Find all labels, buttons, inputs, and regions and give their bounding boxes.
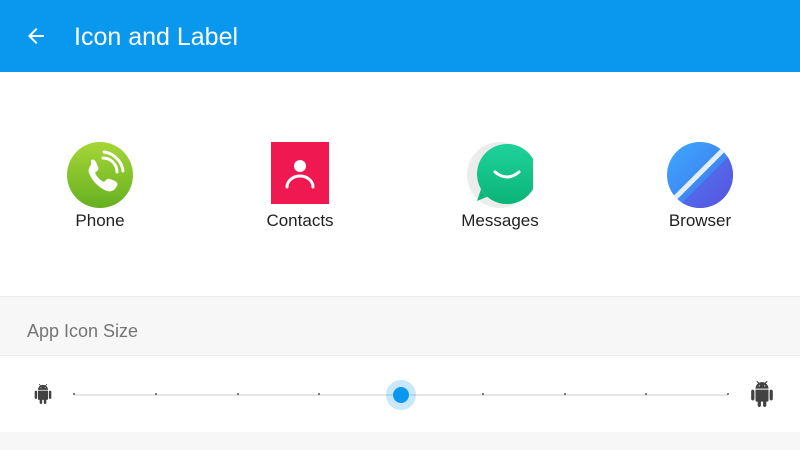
slider-tick <box>481 393 484 395</box>
android-small-icon <box>34 384 52 404</box>
slider-tick <box>318 393 321 395</box>
arrow-left-icon <box>28 28 44 44</box>
app-contacts[interactable]: Contacts <box>220 142 380 238</box>
icon-size-slider-row <box>0 355 800 433</box>
app-label: Messages <box>461 211 539 230</box>
section-header: App Icon Size <box>0 297 800 354</box>
back-button[interactable] <box>18 18 54 54</box>
app-bar: Icon and Label <box>0 0 800 72</box>
slider-tick <box>73 393 75 395</box>
slider-tick <box>727 393 729 395</box>
android-large-icon <box>751 381 773 407</box>
messages-icon <box>467 142 533 208</box>
browser-icon <box>667 142 733 208</box>
slider-thumb-dot <box>393 387 409 403</box>
app-phone[interactable]: Phone <box>20 142 180 238</box>
app-browser[interactable]: Browser <box>620 142 780 238</box>
app-label: Browser <box>668 211 732 230</box>
icon-size-slider[interactable] <box>73 380 729 410</box>
app-label: Contacts <box>266 211 334 230</box>
app-messages[interactable]: Messages <box>420 142 580 238</box>
slider-thumb[interactable] <box>386 380 416 410</box>
slider-tick <box>645 393 648 395</box>
bottom-strip <box>0 432 800 450</box>
contacts-icon <box>271 142 329 204</box>
phone-icon <box>67 142 133 208</box>
app-label: Phone <box>75 211 125 230</box>
slider-tick <box>563 393 566 395</box>
slider-tick <box>154 393 157 395</box>
page-title: Icon and Label <box>74 23 239 51</box>
icon-preview: Phone Contacts Messages Browser <box>0 72 800 296</box>
slider-tick <box>236 393 239 395</box>
section-title: App Icon Size <box>27 321 139 341</box>
